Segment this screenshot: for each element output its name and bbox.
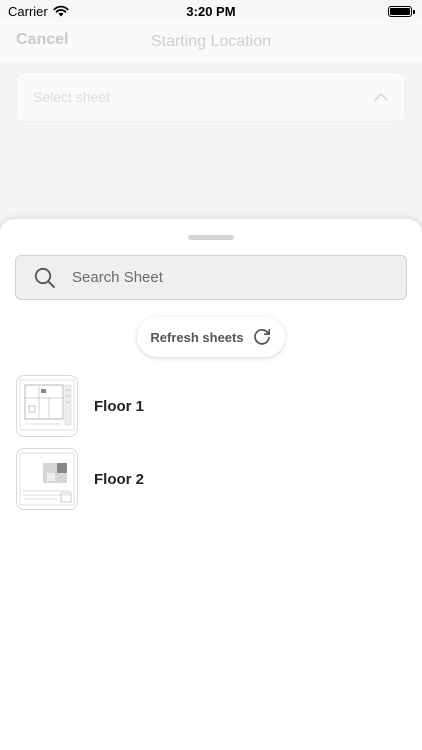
- sheet-list: Floor 1 Floor 2: [16, 375, 406, 521]
- sheet-list-item[interactable]: Floor 1: [16, 375, 406, 437]
- bottom-sheet: Refresh sheets: [0, 219, 422, 750]
- page-title: Starting Location: [150, 33, 272, 50]
- sheet-select[interactable]: Select sheet: [16, 72, 406, 122]
- nav-bar: Cancel Starting Location: [0, 22, 422, 62]
- chevron-up-icon: [374, 93, 388, 101]
- refresh-sheets-label: Refresh sheets: [150, 329, 244, 345]
- carrier-label: Carrier: [8, 3, 48, 19]
- search-icon: [34, 267, 55, 288]
- search-input[interactable]: [72, 256, 392, 299]
- sheet-list-item[interactable]: Floor 2: [16, 448, 406, 510]
- sheet-name: Floor 1: [94, 397, 145, 415]
- wifi-icon: [53, 5, 69, 17]
- sheet-thumbnail: [16, 375, 78, 437]
- search-bar[interactable]: [15, 255, 407, 300]
- battery-icon: [388, 5, 415, 17]
- refresh-sheets-button[interactable]: Refresh sheets: [137, 317, 285, 357]
- sheet-grabber[interactable]: [188, 235, 234, 240]
- refresh-icon: [253, 328, 270, 345]
- sheet-thumbnail: [16, 448, 78, 510]
- status-bar: Carrier 3:20 PM: [0, 0, 422, 22]
- sheet-select-placeholder: Select sheet: [33, 89, 111, 105]
- status-left: Carrier: [8, 4, 69, 19]
- sheet-name: Floor 2: [94, 470, 145, 488]
